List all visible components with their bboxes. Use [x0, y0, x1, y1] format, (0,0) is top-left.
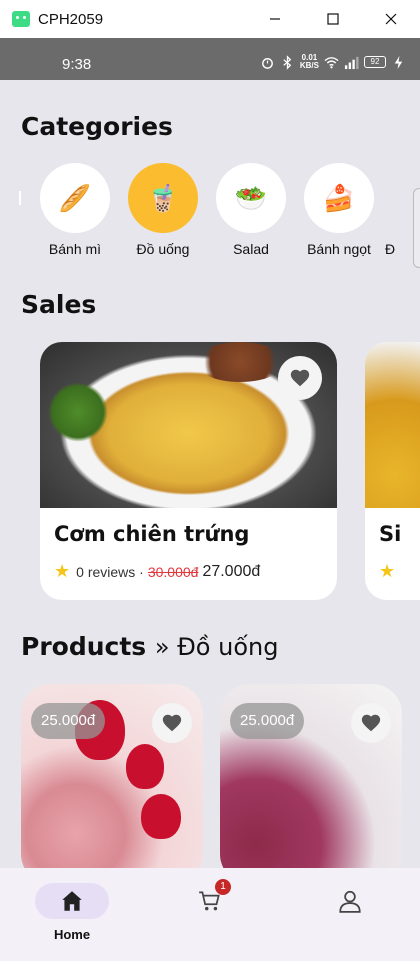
sale-item-name: Cơm chiên trứng: [54, 522, 250, 546]
category-label: Bánh ngọt: [307, 241, 371, 257]
nav-home-pill: [35, 883, 109, 919]
android-app-icon: [12, 11, 30, 27]
favorite-button[interactable]: [351, 703, 391, 743]
reviews-count: 0 reviews ·: [76, 563, 144, 580]
sale-item-meta: ★ 0 reviews · 30.000đ 27.000đ: [54, 561, 260, 582]
category-banh-ngot[interactable]: 🍰 Bánh ngọt: [299, 163, 379, 257]
heart-icon: [162, 714, 182, 732]
wifi-icon: [324, 56, 339, 68]
sale-card[interactable]: Cơm chiên trứng ★ 0 reviews · 30.000đ 27…: [40, 342, 337, 600]
network-speed: 0.01 KB/S: [299, 53, 319, 70]
category-partial[interactable]: Đ: [385, 163, 405, 257]
category-label: Salad: [233, 241, 269, 257]
old-price: 30.000đ: [147, 563, 199, 580]
sale-item-meta: ★: [379, 561, 401, 582]
sale-card-partial[interactable]: Si ★: [365, 342, 420, 600]
window-title: CPH2059: [38, 10, 104, 28]
category-label: Đồ uống: [136, 241, 190, 257]
category-do-uong[interactable]: 🧋 Đồ uống: [123, 163, 203, 257]
window-titlebar: CPH2059: [0, 0, 420, 38]
close-icon: [385, 13, 397, 25]
cart-badge: 1: [215, 879, 231, 895]
product-price: 25.000đ: [31, 703, 106, 739]
star-icon: ★: [54, 561, 71, 581]
product-card[interactable]: 25.000đ: [21, 684, 203, 868]
main-content[interactable]: Categories 🥖 Bánh mì 🧋 Đồ uống 🥗 Salad 🍰…: [0, 80, 420, 868]
nav-cart[interactable]: 1: [173, 879, 247, 919]
strawberry-image: [126, 744, 164, 789]
product-card[interactable]: 25.000đ: [220, 684, 402, 868]
products-title: Products » Đồ uống: [21, 632, 279, 661]
minimize-icon: [270, 18, 280, 20]
profile-icon: [339, 890, 361, 913]
maximize-icon: [327, 13, 339, 25]
charging-icon: [394, 55, 403, 69]
alarm-icon: [261, 57, 273, 69]
sales-title: Sales: [21, 290, 97, 319]
sale-item-name: Si: [379, 522, 402, 546]
favorite-button[interactable]: [278, 356, 322, 400]
bottom-navigation: Home 1: [0, 868, 420, 961]
heart-icon: [290, 369, 310, 387]
status-bar: 9:38 0.01 KB/S 92: [0, 38, 420, 80]
strawberry-image: [141, 794, 181, 839]
scroll-hint: [19, 191, 21, 205]
nav-cart-pill: 1: [173, 879, 247, 919]
nav-home[interactable]: Home: [35, 883, 109, 942]
home-icon: [62, 891, 82, 911]
favorite-button[interactable]: [152, 703, 192, 743]
signal-icon: [344, 56, 359, 69]
categories-title: Categories: [21, 112, 173, 141]
bluetooth-icon: [283, 54, 292, 70]
new-price: 27.000đ: [202, 562, 261, 580]
close-button[interactable]: [362, 0, 420, 38]
nav-profile-pill: [313, 883, 387, 919]
maximize-button[interactable]: [304, 0, 362, 38]
category-label: Bánh mì: [48, 241, 102, 257]
nav-home-label: Home: [53, 927, 91, 942]
heart-icon: [361, 714, 381, 732]
products-breadcrumb: » Đồ uống: [154, 633, 279, 661]
category-salad[interactable]: 🥗 Salad: [211, 163, 291, 257]
bread-icon: 🥖: [40, 163, 110, 233]
status-time: 9:38: [62, 56, 92, 73]
cake-icon: 🍰: [304, 163, 374, 233]
salad-icon: 🥗: [216, 163, 286, 233]
battery-indicator: 92: [364, 56, 386, 68]
minimize-button[interactable]: [246, 0, 304, 38]
sale-image-partial: [365, 342, 420, 508]
nav-profile[interactable]: [313, 883, 387, 919]
category-label: Đ: [385, 241, 396, 257]
category-banh-mi[interactable]: 🥖 Bánh mì: [35, 163, 115, 257]
product-price: 25.000đ: [230, 703, 305, 739]
side-handle[interactable]: [413, 188, 420, 268]
drink-icon: 🧋: [128, 163, 198, 233]
star-icon: ★: [379, 561, 396, 581]
